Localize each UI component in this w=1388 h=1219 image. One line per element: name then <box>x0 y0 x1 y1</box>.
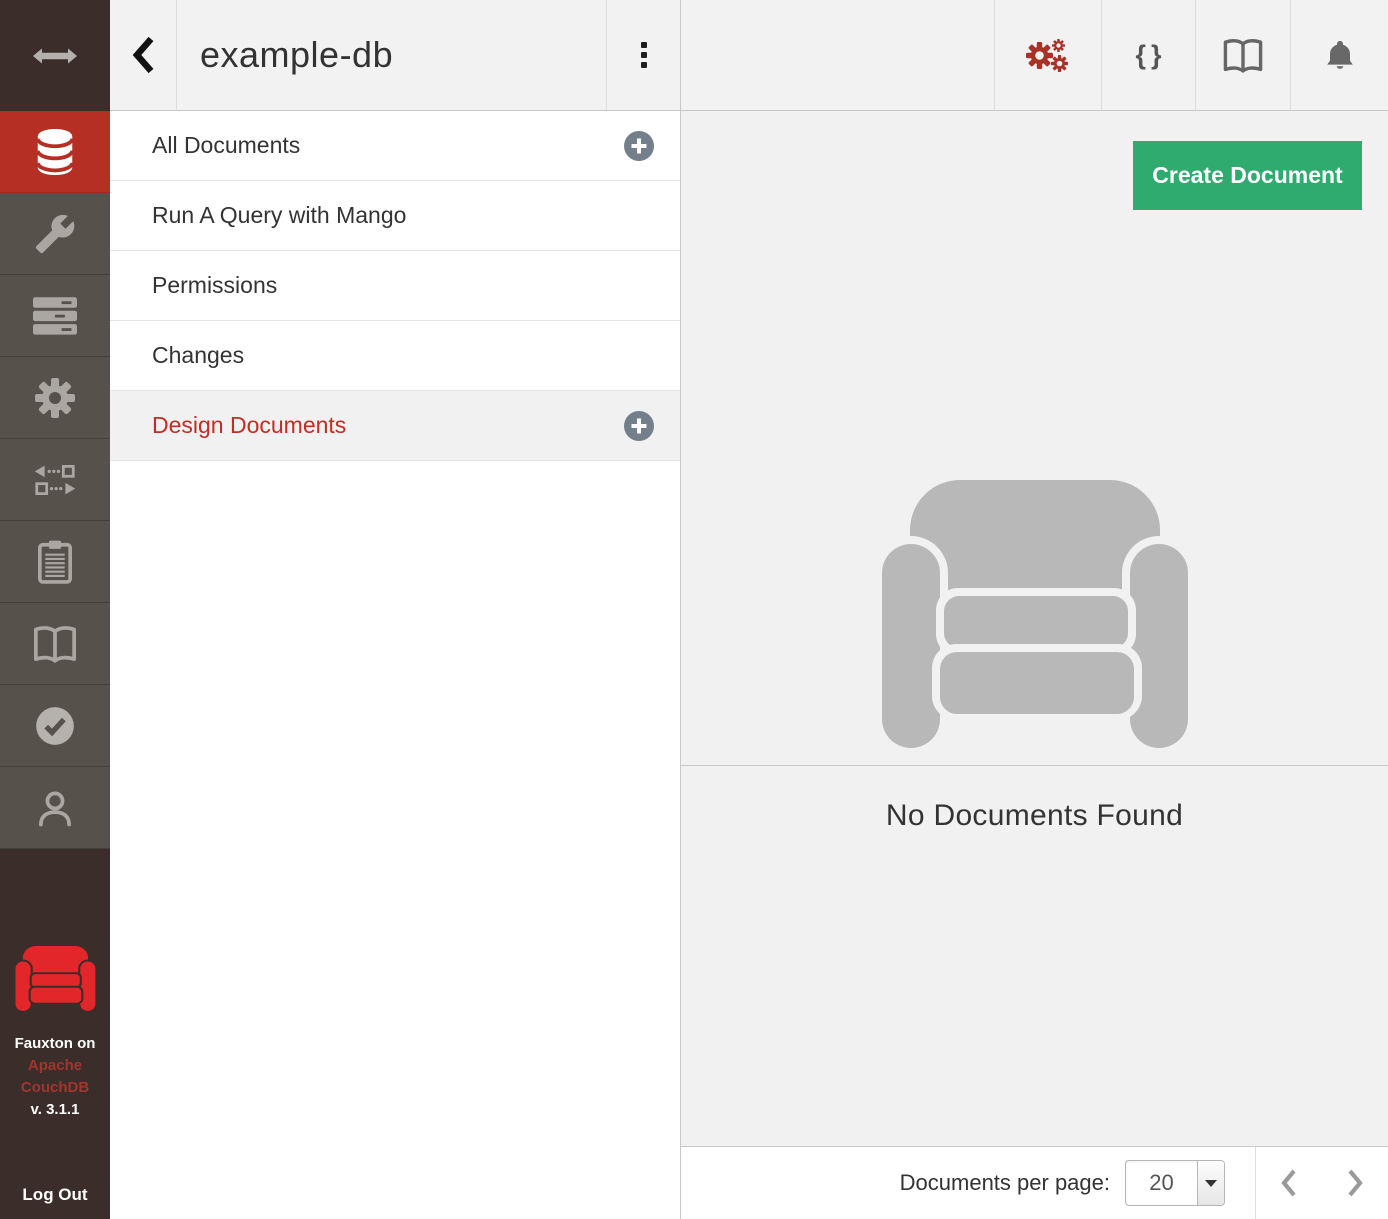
select-dropdown-arrow-icon <box>1197 1161 1224 1205</box>
sidebar-item-replication[interactable] <box>0 439 110 521</box>
documents-content: Create Document No Documents Found <box>681 111 1388 1146</box>
nav-item-label: Design Documents <box>152 412 346 439</box>
replication-icon <box>34 465 76 495</box>
empty-state-illustration <box>880 480 1190 753</box>
notification-bell-icon <box>1322 38 1358 72</box>
brand-name-line1[interactable]: Apache <box>15 1055 96 1077</box>
per-page-select[interactable]: 20 <box>1125 1160 1225 1206</box>
settings-gears-icon <box>1026 36 1070 74</box>
database-nav-list: All Documents Run A Query with Mango Per… <box>110 111 680 461</box>
servers-icon <box>33 297 77 335</box>
chevron-left-icon <box>1279 1168 1299 1198</box>
nav-item-label: Changes <box>152 342 244 369</box>
book-icon <box>32 624 78 664</box>
sidebar-item-verify[interactable] <box>0 685 110 767</box>
gear-icon <box>35 378 75 418</box>
database-options-menu-button[interactable] <box>606 0 680 110</box>
documentation-book-icon <box>1222 37 1264 74</box>
version-info: Fauxton on Apache CouchDB v. 3.1.1 <box>15 1033 96 1121</box>
json-braces-icon: {} <box>1130 40 1166 71</box>
pagination-footer: Documents per page: 20 <box>681 1146 1388 1219</box>
sidebar-item-configuration[interactable] <box>0 357 110 439</box>
wrench-icon <box>34 213 76 255</box>
back-button[interactable] <box>110 0 177 110</box>
nav-item-all-documents[interactable]: All Documents <box>110 111 680 181</box>
nav-item-label: Permissions <box>152 272 277 299</box>
nav-item-mango-query[interactable]: Run A Query with Mango <box>110 181 680 251</box>
per-page-label: Documents per page: <box>900 1170 1110 1196</box>
sidebar-footer: Fauxton on Apache CouchDB v. 3.1.1 Log O… <box>0 849 110 1219</box>
logout-button[interactable]: Log Out <box>0 1185 110 1205</box>
create-document-button[interactable]: Create Document <box>1133 141 1362 210</box>
chevron-left-icon <box>130 35 156 75</box>
sidebar-item-active-tasks-list[interactable] <box>0 521 110 603</box>
main-toolbar: {} <box>681 0 1388 111</box>
notifications-button[interactable] <box>1290 0 1388 110</box>
sidebar-item-documentation[interactable] <box>0 603 110 685</box>
main-area: {} Create Document No D <box>681 0 1388 1219</box>
sidebar-collapse-toggle[interactable] <box>0 0 110 111</box>
empty-state-message: No Documents Found <box>681 799 1388 833</box>
nav-item-permissions[interactable]: Permissions <box>110 251 680 321</box>
per-page-value: 20 <box>1126 1161 1197 1205</box>
resize-arrow-icon <box>33 47 77 65</box>
add-design-doc-button[interactable] <box>624 411 654 441</box>
database-settings-button[interactable] <box>994 0 1101 110</box>
version-number: v. 3.1.1 <box>15 1099 96 1121</box>
check-circle-icon <box>35 706 75 746</box>
database-icon <box>32 125 78 179</box>
sidebar-item-account[interactable] <box>0 767 110 849</box>
chevron-right-icon <box>1345 1168 1365 1198</box>
json-view-button[interactable]: {} <box>1101 0 1195 110</box>
sidebar-item-databases[interactable] <box>0 111 110 193</box>
fauxton-label: Fauxton on <box>15 1033 96 1055</box>
next-page-button[interactable] <box>1322 1147 1388 1219</box>
database-title: example-db <box>177 0 606 110</box>
sidebar-item-active-tasks[interactable] <box>0 275 110 357</box>
content-divider <box>681 765 1388 766</box>
couch-illustration-icon <box>880 480 1190 748</box>
sidebar-item-setup[interactable] <box>0 193 110 275</box>
documentation-button[interactable] <box>1195 0 1290 110</box>
nav-item-design-documents[interactable]: Design Documents <box>110 391 680 461</box>
previous-page-button[interactable] <box>1256 1147 1322 1219</box>
couchdb-logo <box>15 946 96 1011</box>
kebab-menu-icon <box>641 42 647 68</box>
primary-sidebar: Fauxton on Apache CouchDB v. 3.1.1 Log O… <box>0 0 110 1219</box>
database-panel-header: example-db <box>110 0 680 111</box>
clipboard-icon <box>38 540 72 584</box>
nav-item-changes[interactable]: Changes <box>110 321 680 391</box>
person-icon <box>35 789 75 827</box>
add-new-doc-button[interactable] <box>624 131 654 161</box>
fauxton-app: Fauxton on Apache CouchDB v. 3.1.1 Log O… <box>0 0 1388 1219</box>
nav-item-label: Run A Query with Mango <box>152 202 406 229</box>
brand-name-line2[interactable]: CouchDB <box>15 1077 96 1099</box>
nav-item-label: All Documents <box>152 132 300 159</box>
database-panel: example-db All Documents Run A Query wit… <box>110 0 681 1219</box>
